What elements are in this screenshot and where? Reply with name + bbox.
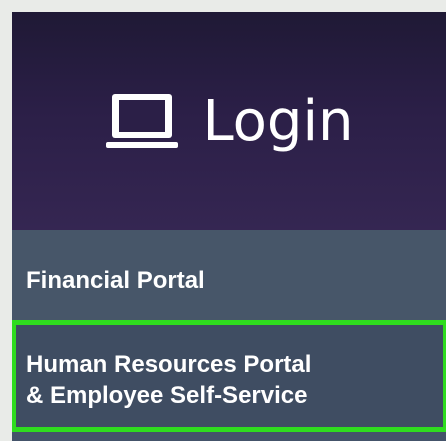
monitor-icon: [104, 92, 180, 152]
menu-item-financial-portal[interactable]: Financial Portal: [12, 230, 446, 332]
menu-divider: [12, 432, 446, 441]
menu-item-label-line1: Human Resources Portal: [26, 351, 312, 378]
login-title: Login: [202, 89, 354, 154]
login-button[interactable]: Login: [12, 12, 446, 230]
menu-item-label: Financial Portal: [26, 267, 205, 294]
navigation-panel: Login Financial Portal Human Resources P…: [12, 12, 446, 441]
login-content: Login: [104, 89, 354, 154]
menu-item-hr-portal[interactable]: Human Resources Portal & Employee Self-S…: [12, 320, 446, 432]
menu-item-label-line2: & Employee Self-Service: [26, 382, 308, 409]
